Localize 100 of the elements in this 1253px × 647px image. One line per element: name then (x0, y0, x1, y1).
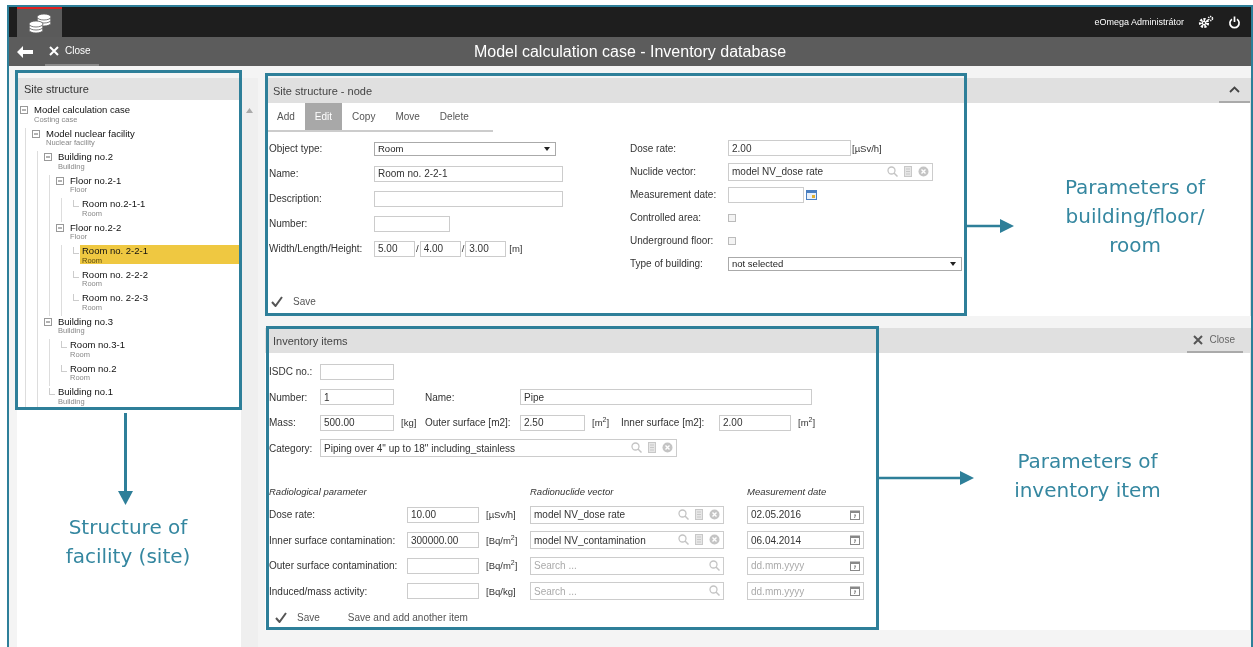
text-field[interactable]: Pipe (520, 389, 812, 406)
unit-label: [µSv/h] (485, 509, 517, 521)
text-field[interactable] (374, 215, 450, 232)
lookup-field[interactable]: model NV_dose rate (728, 162, 933, 181)
unit-label: [m$^{2}$] (591, 417, 611, 429)
tab[interactable]: Delete (429, 103, 479, 130)
collapse-icon[interactable] (44, 317, 52, 326)
calendar-icon[interactable] (850, 586, 860, 597)
save-button[interactable]: Save (271, 295, 316, 307)
unit-label: [Bq/m$^{2}$] (485, 560, 519, 572)
search-icon[interactable] (678, 508, 689, 520)
lookup-field[interactable]: model NV_contamination (530, 531, 724, 550)
number-field[interactable]: 2.00 (719, 414, 791, 431)
field-label: Mass: (269, 417, 297, 429)
number-field[interactable] (407, 557, 479, 574)
lookup-field[interactable]: Search ... (530, 556, 724, 575)
field-label: Outer surface contamination: (269, 560, 399, 572)
dropdown[interactable]: not selected (728, 256, 962, 271)
checkbox[interactable] (728, 236, 736, 245)
close-icon (49, 45, 59, 56)
clear-icon[interactable] (709, 534, 720, 546)
dropdown[interactable]: Room (374, 141, 556, 156)
document-icon[interactable] (695, 508, 703, 520)
field-label: Object type: (269, 143, 324, 154)
field-label: Measurement date: (630, 189, 718, 200)
search-icon[interactable] (709, 585, 720, 597)
checkmark-icon (271, 295, 283, 307)
collapse-icon[interactable] (56, 223, 64, 232)
callout-text: Parameters of building/floor/ room (1063, 174, 1207, 259)
panel-title: Site structure - node (273, 84, 373, 97)
number-field[interactable]: 2.00 (728, 140, 851, 156)
number-field[interactable]: 4.00 (419, 240, 461, 257)
number-field[interactable]: 5.00 (374, 240, 415, 257)
clear-icon[interactable] (918, 165, 929, 177)
clear-icon[interactable] (709, 508, 720, 520)
calendar-icon[interactable] (806, 189, 817, 200)
number-field[interactable]: 500.00 (320, 414, 394, 431)
date-field[interactable]: dd.mm.yyyy (747, 556, 864, 575)
save-button[interactable]: Save (275, 611, 320, 623)
collapse-icon[interactable] (32, 129, 40, 138)
document-icon[interactable] (904, 165, 912, 177)
unit-label: [Bq/m$^{2}$] (485, 534, 519, 546)
field-label: Controlled area: (630, 212, 703, 223)
unit-label: [µSv/h] (852, 142, 882, 154)
number-field[interactable]: 2.50 (520, 414, 585, 431)
lookup-field[interactable]: Piping over 4" up to 18" including_stainless (320, 439, 677, 458)
field-label: Underground floor: (630, 235, 715, 246)
text-field[interactable] (374, 190, 563, 207)
callout-text: Structure of facility (site) (64, 514, 192, 570)
collapse-icon[interactable] (20, 106, 28, 114)
power-icon[interactable] (1228, 15, 1241, 29)
gear-icon[interactable] (1198, 15, 1214, 29)
date-field[interactable] (728, 186, 804, 203)
search-icon[interactable] (709, 559, 720, 571)
number-field[interactable]: 300000.00 (407, 532, 479, 549)
calendar-icon[interactable] (850, 535, 860, 546)
coins-icon[interactable] (26, 12, 53, 34)
text-field[interactable]: Room no. 2-2-1 (374, 165, 563, 182)
field-label: Name: (425, 391, 456, 403)
back-arrow-icon[interactable] (17, 45, 33, 58)
text-field[interactable] (320, 363, 394, 380)
logo-tile[interactable] (17, 7, 62, 37)
number-field[interactable] (407, 583, 479, 600)
date-field[interactable]: 02.05.2016 (747, 505, 864, 524)
collapse-icon[interactable] (44, 153, 52, 161)
close-button[interactable]: Close (1187, 328, 1243, 353)
scroll-up-icon[interactable] (246, 108, 253, 113)
collapse-icon[interactable] (56, 176, 64, 185)
search-icon[interactable] (631, 442, 642, 454)
field-label: Inner surface [m2]: (621, 417, 706, 429)
text-field[interactable]: 1 (320, 389, 394, 406)
checkbox[interactable] (728, 213, 736, 222)
close-icon (1193, 334, 1204, 345)
unit-label: [m$^{2}$] (797, 417, 817, 429)
document-icon[interactable] (648, 442, 656, 454)
caret-icon (950, 261, 956, 266)
number-field[interactable]: 3.00 (465, 240, 507, 257)
field-label: Width/Length/Height: (269, 243, 364, 254)
calendar-icon[interactable] (850, 560, 860, 571)
save-button[interactable]: Save and add another item (347, 611, 468, 623)
number-field[interactable]: 10.00 (407, 506, 479, 523)
checkmark-icon (275, 611, 287, 623)
date-field[interactable]: 06.04.2014 (747, 531, 864, 550)
tab[interactable]: Move (385, 103, 430, 130)
column-heading: Radionuclide vector (530, 486, 615, 497)
document-icon[interactable] (695, 534, 703, 546)
clear-icon[interactable] (662, 442, 673, 454)
tab[interactable]: Copy (342, 103, 386, 130)
lookup-field[interactable]: Search ... (530, 582, 724, 601)
date-field[interactable]: dd.mm.yyyy (747, 582, 864, 601)
close-button[interactable]: Close (45, 37, 99, 66)
field-label: Outer surface [m2]: (425, 417, 512, 429)
field-label: Category: (269, 442, 314, 454)
lookup-field[interactable]: model NV_dose rate (530, 505, 724, 524)
field-label: Type of building: (630, 258, 704, 269)
search-icon[interactable] (887, 165, 898, 177)
tab[interactable]: Add (267, 103, 305, 130)
search-icon[interactable] (678, 534, 689, 546)
field-label: Dose rate: (269, 509, 317, 521)
calendar-icon[interactable] (850, 509, 860, 520)
